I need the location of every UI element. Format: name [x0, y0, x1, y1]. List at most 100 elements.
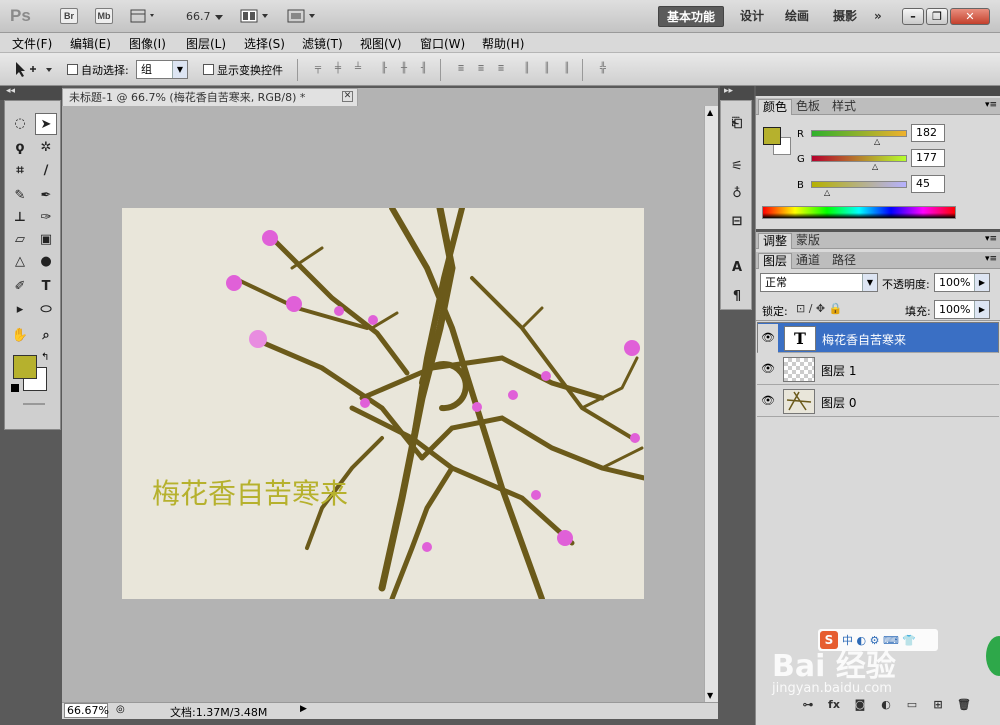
- tab-masks[interactable]: 蒙版: [792, 233, 824, 249]
- workspace-design[interactable]: 设计: [732, 6, 772, 27]
- close-icon[interactable]: ✕: [950, 8, 990, 25]
- path-selection-tool-icon[interactable]: ▸: [9, 299, 31, 321]
- quick-mask-icon[interactable]: [23, 403, 45, 405]
- align-vcenter-icon[interactable]: ╪: [331, 62, 345, 76]
- character-panel-icon[interactable]: A: [726, 257, 748, 279]
- history-panel-icon[interactable]: ⎗: [726, 113, 748, 135]
- default-colors-icon[interactable]: [11, 384, 19, 392]
- align-right-icon[interactable]: ╢: [417, 62, 431, 76]
- panel-menu-icon[interactable]: ▾≡: [985, 234, 997, 244]
- mini-bridge-button[interactable]: Mb: [95, 8, 113, 24]
- menu-file[interactable]: 文件(F): [12, 35, 52, 52]
- dodge-tool-icon[interactable]: ●: [35, 251, 57, 273]
- distribute-top-icon[interactable]: ≡: [454, 62, 468, 76]
- layer-row-text[interactable]: 👁 T 梅花香自苦寒来: [757, 322, 999, 353]
- magic-wand-tool-icon[interactable]: ✲: [35, 137, 57, 159]
- screen-mode-button[interactable]: [287, 9, 319, 23]
- opacity-field[interactable]: 100% ▶: [934, 273, 990, 292]
- expand-icon[interactable]: ▸▸: [724, 86, 733, 96]
- eye-icon[interactable]: 👁: [758, 324, 778, 353]
- move-tool-icon[interactable]: ➤: [35, 113, 57, 135]
- crop-tool-icon[interactable]: ⌗: [9, 160, 31, 182]
- blue-value-field[interactable]: 45: [911, 175, 945, 193]
- menu-edit[interactable]: 编辑(E): [70, 35, 111, 52]
- history-brush-tool-icon[interactable]: ✑: [35, 207, 57, 229]
- lock-icons[interactable]: ⊡ ∕ ✥ 🔒: [796, 302, 842, 315]
- fg-swatch[interactable]: [763, 127, 781, 145]
- delete-layer-icon[interactable]: 🗑: [956, 698, 972, 714]
- adjustment-layer-icon[interactable]: ◐: [878, 698, 894, 714]
- tab-swatches[interactable]: 色板: [792, 99, 824, 115]
- menu-filter[interactable]: 滤镜(T): [302, 35, 343, 52]
- brush-tool-icon[interactable]: ✒: [35, 185, 57, 207]
- tab-paths[interactable]: 路径: [828, 253, 860, 269]
- status-icon[interactable]: ◎: [116, 704, 125, 715]
- blue-slider[interactable]: [811, 181, 907, 188]
- panel-menu-icon[interactable]: ▾≡: [985, 254, 997, 264]
- restore-icon[interactable]: ❐: [926, 8, 948, 25]
- color-spectrum-bar[interactable]: [762, 206, 956, 219]
- green-value-field[interactable]: 177: [911, 149, 945, 167]
- bridge-button[interactable]: Br: [60, 8, 78, 24]
- menu-select[interactable]: 选择(S): [244, 35, 285, 52]
- pen-tool-icon[interactable]: ✐: [9, 276, 31, 298]
- arrange-documents-button[interactable]: [240, 9, 272, 23]
- minimize-icon[interactable]: –: [902, 8, 924, 25]
- chevron-down-icon[interactable]: [215, 10, 223, 24]
- slider-thumb-icon[interactable]: △: [872, 162, 878, 171]
- zoom-field[interactable]: 66.67%: [64, 703, 109, 718]
- gradient-tool-icon[interactable]: ▣: [35, 229, 57, 251]
- align-top-icon[interactable]: ╤: [311, 62, 325, 76]
- fill-field[interactable]: 100% ▶: [934, 300, 990, 319]
- green-slider[interactable]: [811, 155, 907, 162]
- document-tab[interactable]: 未标题-1 @ 66.7% (梅花香自苦寒来, RGB/8) * ✕: [62, 88, 358, 106]
- tab-styles[interactable]: 样式: [828, 99, 860, 115]
- ellipse-tool-icon[interactable]: ⬭: [35, 299, 57, 321]
- zoom-tool-icon[interactable]: ⌕: [35, 325, 57, 347]
- vertical-scrollbar[interactable]: ▲ ▼: [704, 106, 718, 702]
- tab-channels[interactable]: 通道: [792, 253, 824, 269]
- layer-style-icon[interactable]: fx: [826, 698, 842, 714]
- view-extras-button[interactable]: [130, 9, 158, 23]
- show-transform-checkbox[interactable]: [203, 64, 214, 75]
- type-tool-icon[interactable]: T: [35, 276, 57, 298]
- canvas[interactable]: 梅花香自苦寒来: [122, 208, 644, 599]
- zoom-level[interactable]: 66.7: [186, 10, 211, 23]
- menu-layer[interactable]: 图层(L): [186, 35, 226, 52]
- marquee-tool-icon[interactable]: ◌: [9, 113, 31, 135]
- close-tab-icon[interactable]: ✕: [342, 91, 353, 102]
- layer-row-1[interactable]: 👁 图层 1: [757, 354, 999, 385]
- eye-icon[interactable]: 👁: [761, 362, 777, 376]
- blur-tool-icon[interactable]: △: [9, 251, 31, 273]
- clone-stamp-tool-icon[interactable]: ⊥: [9, 207, 31, 229]
- new-group-icon[interactable]: ▭: [904, 698, 920, 714]
- menu-help[interactable]: 帮助(H): [482, 35, 524, 52]
- red-slider[interactable]: [811, 130, 907, 137]
- distribute-vcenter-icon[interactable]: ≡: [474, 62, 488, 76]
- toolbox-header[interactable]: ◂◂: [0, 86, 62, 100]
- new-layer-icon[interactable]: ⊞: [930, 698, 946, 714]
- more-workspaces-button[interactable]: »: [866, 6, 890, 27]
- brush-presets-icon[interactable]: ⚟: [726, 156, 748, 178]
- auto-select-dropdown[interactable]: 组 ▼: [136, 60, 188, 79]
- distribute-left-icon[interactable]: ║: [520, 62, 534, 76]
- lasso-tool-icon[interactable]: ϙ: [9, 137, 31, 159]
- tool-preset-picker[interactable]: [8, 60, 56, 78]
- scroll-up-icon[interactable]: ▲: [707, 108, 713, 117]
- add-mask-icon[interactable]: ◙: [852, 698, 868, 714]
- hand-tool-icon[interactable]: ✋: [9, 325, 31, 347]
- eyedropper-tool-icon[interactable]: ∕: [35, 160, 57, 182]
- distribute-right-icon[interactable]: ║: [560, 62, 574, 76]
- workspace-photography[interactable]: 摄影: [825, 6, 865, 27]
- eraser-tool-icon[interactable]: ▱: [9, 229, 31, 251]
- tab-adjustments[interactable]: 调整: [758, 233, 793, 249]
- red-value-field[interactable]: 182: [911, 124, 945, 142]
- distribute-bottom-icon[interactable]: ≡: [494, 62, 508, 76]
- menu-view[interactable]: 视图(V): [360, 35, 402, 52]
- auto-align-icon[interactable]: ╬: [596, 62, 610, 76]
- healing-brush-tool-icon[interactable]: ✎: [9, 185, 31, 207]
- tab-color[interactable]: 颜色: [758, 99, 793, 115]
- link-layers-icon[interactable]: ⊶: [800, 698, 816, 714]
- workspace-essentials[interactable]: 基本功能: [658, 6, 725, 27]
- slider-thumb-icon[interactable]: △: [874, 137, 880, 146]
